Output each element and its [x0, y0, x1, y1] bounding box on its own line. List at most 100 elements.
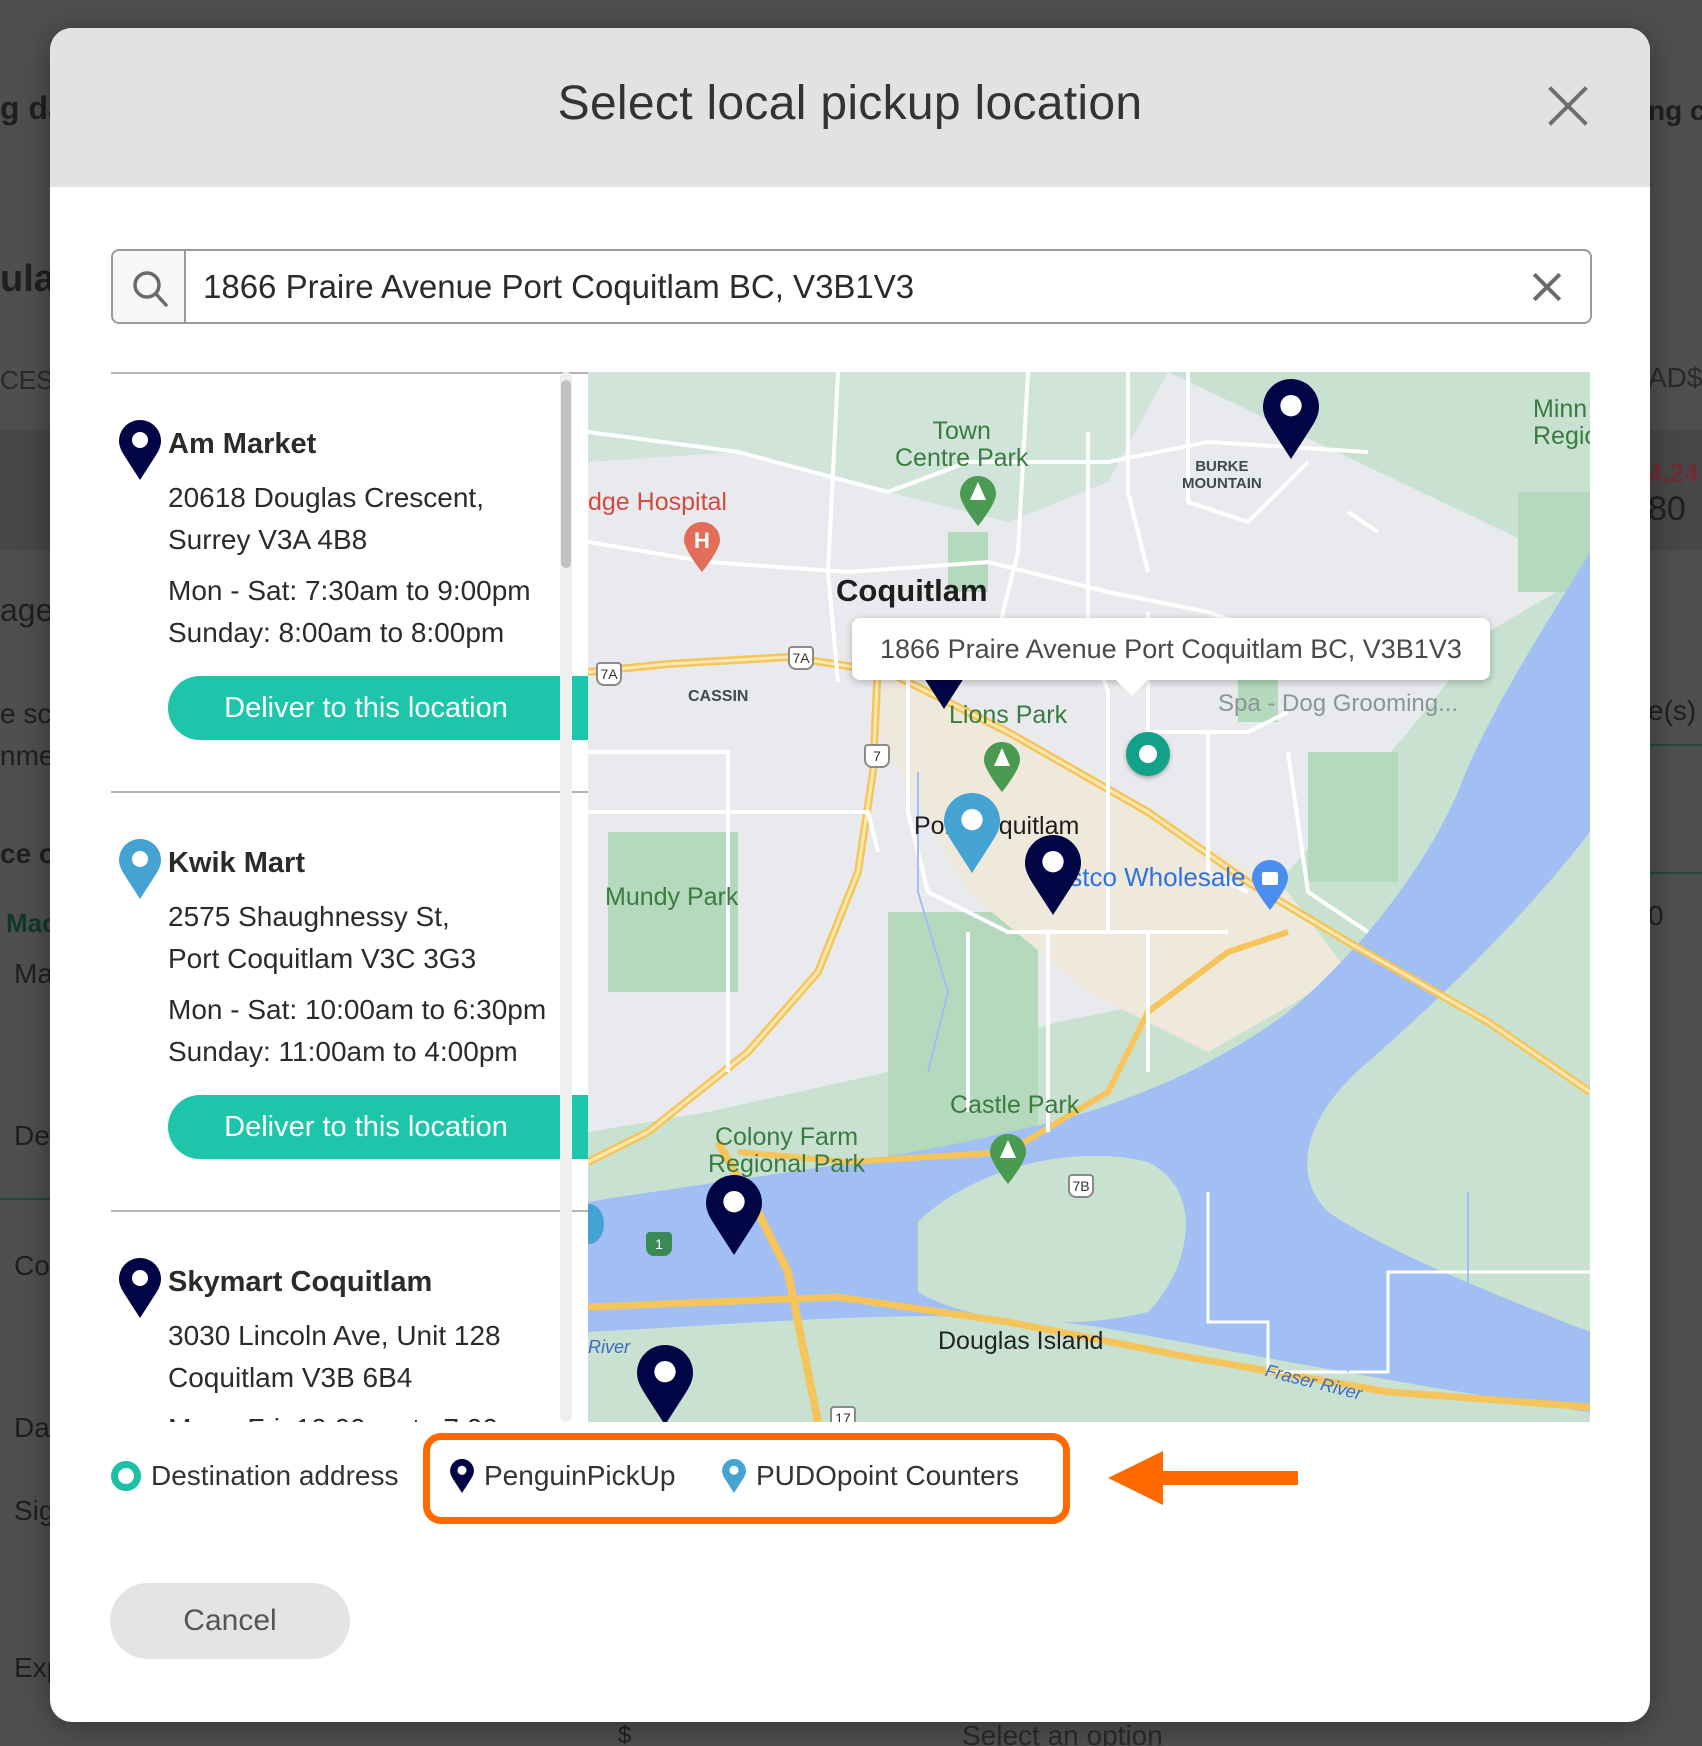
map-label-spa: Spa - Dog Grooming...	[1218, 690, 1459, 717]
modal-header: Select local pickup location	[50, 28, 1650, 187]
address-line: Surrey V3A 4B8	[168, 524, 368, 555]
destination-map-marker[interactable]	[1126, 732, 1170, 776]
pickup-location-modal: Select local pickup location Am Market 2…	[50, 28, 1650, 1722]
destination-ring-icon	[111, 1461, 141, 1491]
bg-select[interactable]: Select an option	[962, 1720, 1163, 1746]
address-line: 2575 Shaughnessy St,	[168, 901, 450, 932]
shopping-icon	[1252, 860, 1288, 910]
deliver-button[interactable]: Deliver to this location	[168, 676, 588, 740]
bg-text: age	[0, 592, 54, 628]
location-name: Kwik Mart	[168, 847, 305, 879]
bg-text: 80	[1648, 490, 1686, 528]
penguin-map-marker[interactable]	[706, 1174, 762, 1256]
map-label-castle-park: Castle Park	[950, 1091, 1080, 1119]
bg-text: Da	[14, 1412, 50, 1443]
bg-divider	[1648, 744, 1702, 746]
bg-text: e sc	[0, 698, 52, 729]
location-list: Am Market 20618 Douglas Crescent, Surrey…	[111, 372, 588, 1422]
bg-text: De	[14, 1120, 50, 1151]
list-scrollbar-thumb[interactable]	[561, 380, 571, 568]
location-item: Am Market 20618 Douglas Crescent, Surrey…	[111, 374, 588, 792]
bg-text: Sig	[14, 1495, 55, 1526]
map-label-hospital: dge Hospital	[588, 488, 727, 516]
map-label-coquitlam: Coquitlam	[836, 573, 988, 608]
location-hours: Mon - Sat: 10:00am to 6:30pm Sunday: 11:…	[168, 989, 546, 1073]
address-line: 3030 Lincoln Ave, Unit 128	[168, 1320, 501, 1351]
map[interactable]: TownCentre Park BURKEMOUNTAIN MinnRegio …	[588, 372, 1590, 1422]
highway-shield: 1	[646, 1232, 672, 1256]
penguin-pin-icon	[119, 1258, 161, 1318]
bg-text: 4.24	[1648, 458, 1699, 488]
bg-text: $	[618, 1722, 632, 1746]
bg-text: Co	[14, 1250, 50, 1281]
park-icon	[984, 742, 1020, 792]
hours-line: Mon - Sat: 10:00am to 6:30pm	[168, 994, 547, 1025]
legend-pudo: PUDOpoint Counters	[722, 1458, 1019, 1494]
location-item: Kwik Mart 2575 Shaughnessy St, Port Coqu…	[111, 791, 588, 1209]
pudo-pin-icon	[119, 839, 161, 899]
bg-text: 0	[1648, 900, 1664, 931]
penguin-pin-icon	[450, 1459, 474, 1493]
bg-text: CES	[0, 365, 54, 395]
map-label-douglas-island: Douglas Island	[938, 1327, 1104, 1355]
bg-text: ce o	[0, 838, 57, 869]
cancel-button[interactable]: Cancel	[110, 1583, 350, 1659]
map-label-river: River	[588, 1337, 631, 1357]
highway-shield: 17	[830, 1406, 856, 1422]
location-address: 3030 Lincoln Ave, Unit 128 Coquitlam V3B…	[168, 1315, 501, 1399]
clear-icon[interactable]	[1532, 272, 1562, 302]
legend-penguin: PenguinPickUp	[450, 1458, 675, 1494]
highway-shield: 7A	[788, 646, 814, 670]
location-address: 2575 Shaughnessy St, Port Coquitlam V3C …	[168, 896, 476, 980]
deliver-button[interactable]: Deliver to this location	[168, 1095, 588, 1159]
address-line: Coquitlam V3B 6B4	[168, 1362, 413, 1393]
location-item: Skymart Coquitlam 3030 Lincoln Ave, Unit…	[111, 1210, 588, 1422]
map-label-mundy-park: Mundy Park	[605, 883, 739, 911]
map-label-burke-mountain: BURKE MOUNTAIN	[1182, 458, 1262, 492]
penguin-map-marker[interactable]	[1025, 834, 1081, 916]
address-search	[111, 249, 1592, 324]
hours-line: Sunday: 11:00am to 4:00pm	[168, 1036, 518, 1067]
legend-destination: Destination address	[111, 1458, 398, 1494]
location-hours: Mon - Sat: 7:30am to 9:00pm Sunday: 8:00…	[168, 570, 531, 654]
map-label-colony-farm: Colony Farm Regional Park	[708, 1123, 866, 1178]
bg-text: ng c	[1648, 95, 1702, 126]
hours-line: Mon - Sat: 7:30am to 9:00pm	[168, 575, 531, 606]
address-line: Port Coquitlam V3C 3G3	[168, 943, 477, 974]
location-name: Am Market	[168, 428, 317, 460]
hours-line: Mon - Fri: 10:00am to 7:00pm	[168, 1408, 537, 1422]
search-input[interactable]	[203, 251, 1503, 322]
bg-text: ula	[0, 258, 55, 300]
pudo-map-marker[interactable]	[944, 792, 1000, 874]
hospital-icon: H	[684, 522, 720, 572]
pudo-pin-icon	[722, 1459, 746, 1493]
penguin-map-marker[interactable]	[637, 1344, 693, 1422]
close-icon[interactable]	[1546, 84, 1590, 128]
bg-text: AD$)	[1648, 362, 1702, 393]
legend-label: PenguinPickUp	[484, 1460, 676, 1491]
highway-shield: 7B	[1068, 1174, 1094, 1198]
bg-divider	[1648, 872, 1702, 874]
map-label-cassin: CASSIN	[688, 688, 749, 705]
highway-shield: 7A	[596, 662, 622, 686]
park-icon	[960, 476, 996, 526]
bg-text: Ma	[14, 958, 53, 989]
map-label-town-centre-park: Town Centre Park	[895, 417, 1029, 472]
destination-tooltip: 1866 Praire Avenue Port Coquitlam BC, V3…	[852, 618, 1490, 696]
bg-text: Mac	[6, 908, 57, 938]
address-line: 20618 Douglas Crescent,	[168, 482, 484, 513]
bg-text: nme	[0, 740, 55, 771]
modal-title: Select local pickup location	[557, 77, 1143, 130]
park-icon	[990, 1134, 1026, 1184]
penguin-map-marker[interactable]	[1263, 378, 1319, 460]
search-icon	[113, 251, 186, 322]
annotation-arrow-icon	[1108, 1451, 1298, 1505]
svg-text:H: H	[694, 528, 710, 553]
legend-label: PUDOpoint Counters	[756, 1460, 1020, 1491]
bg-text: e(s)	[1648, 695, 1697, 726]
location-name: Skymart Coquitlam	[168, 1266, 433, 1298]
location-address: 20618 Douglas Crescent, Surrey V3A 4B8	[168, 477, 484, 561]
location-hours: Mon - Fri: 10:00am to 7:00pm	[168, 1408, 537, 1422]
hours-line: Sunday: 8:00am to 8:00pm	[168, 617, 505, 648]
map-label-minnekhada: MinnRegio	[1533, 395, 1590, 450]
